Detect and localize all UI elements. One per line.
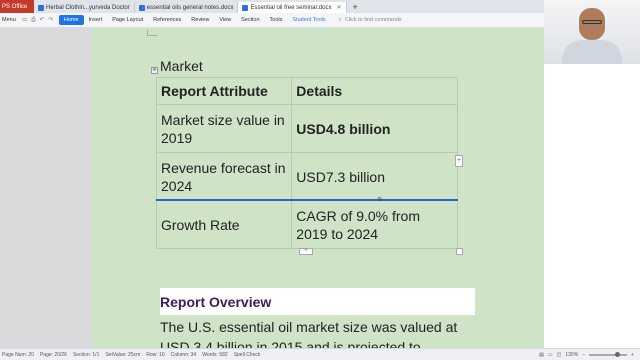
insert-cursor-icon: ⊕ <box>377 197 383 203</box>
webcam-overlay <box>544 0 640 64</box>
print-icon[interactable]: ⎙ <box>31 17 35 24</box>
tab-label: essential oils general notes.docx <box>146 4 234 11</box>
cell-details[interactable]: CAGR of 9.0% from 2019 to 2024 <box>291 200 458 249</box>
search-icon: ⌕ <box>338 16 342 23</box>
tab-label: Essential oil free seminar.docx <box>250 4 332 11</box>
add-column-button[interactable]: + <box>455 155 463 167</box>
page-corner-mark <box>147 30 157 36</box>
status-row: Row: 10 <box>146 351 165 358</box>
left-margin-area <box>0 28 92 348</box>
menu-tools[interactable]: Tools <box>265 15 288 25</box>
status-section: Section: 1/1 <box>72 351 100 358</box>
save-icon[interactable]: ▭ <box>22 17 27 24</box>
document-icon <box>138 4 145 11</box>
report-overview-heading: Report Overview <box>160 293 272 310</box>
report-table[interactable]: Report Attribute Details Market size val… <box>155 77 458 249</box>
find-commands[interactable]: ⌕ Click to find commands <box>339 17 402 24</box>
cell-details[interactable]: USD7.3 billion <box>291 152 458 201</box>
tab-herbal-clothing[interactable]: Herbal Clothin...yurveda Doctor <box>34 2 135 13</box>
app-tab[interactable]: PS Office <box>0 0 34 13</box>
market-heading: Market <box>160 58 203 74</box>
status-column: Column: 34 <box>170 351 197 358</box>
close-tab-icon[interactable]: ✕ <box>336 4 341 11</box>
read-mode-icon[interactable]: ▤ <box>539 352 544 358</box>
table-row: Growth Rate CAGR of 9.0% from 2019 to 20… <box>155 200 458 249</box>
spell-check-toggle[interactable]: Spell Check <box>234 352 261 358</box>
tab-essential-oil-seminar[interactable]: Essential oil free seminar.docx ✕ <box>238 2 347 13</box>
menu-insert[interactable]: Insert <box>84 15 108 25</box>
table-move-handle-icon[interactable]: ✥ <box>151 67 158 74</box>
zoom-out-icon[interactable]: − <box>582 352 585 358</box>
cell-details[interactable]: USD4.8 billion <box>291 104 458 153</box>
table-resize-handle-icon[interactable] <box>456 248 463 255</box>
find-commands-placeholder: Click to find commands <box>344 17 402 23</box>
status-bar: Page Num: 20 Page: 20/26 Section: 1/1 Se… <box>0 348 640 360</box>
table-row: Market size value in 2019 USD4.8 billion <box>155 104 458 153</box>
redo-icon[interactable]: ↷ <box>48 17 53 24</box>
table-header-row: Report Attribute Details <box>155 77 458 105</box>
undo-icon[interactable]: ↶ <box>40 17 45 24</box>
new-tab-button[interactable]: + <box>353 2 358 13</box>
row-insert-indicator <box>156 199 458 201</box>
body-paragraph[interactable]: The U.S. essential oil market size was v… <box>160 317 470 348</box>
zoom-in-icon[interactable]: + <box>631 352 634 358</box>
status-setvalue: SetValue: 25cm <box>105 351 141 358</box>
menu-bar: Menu ▭ ⎙ ↶ ↷ Home Insert Page Layout Ref… <box>0 13 544 28</box>
zoom-level[interactable]: 130% <box>565 352 578 358</box>
document-icon <box>38 4 44 11</box>
add-row-button[interactable]: + <box>299 248 313 255</box>
menu-page-layout[interactable]: Page Layout <box>107 15 148 25</box>
document-icon <box>242 4 249 11</box>
menu-references[interactable]: References <box>148 15 186 25</box>
cell-attribute[interactable]: Growth Rate <box>155 200 293 249</box>
view-controls: ▤ ▭ ◫ 130% − + <box>539 351 640 358</box>
tab-label: Herbal Clothin...yurveda Doctor <box>46 4 130 11</box>
menu-review[interactable]: Review <box>186 15 214 25</box>
page-view-icon[interactable]: ▭ <box>548 352 553 358</box>
document-page[interactable]: Market ✥ Report Attribute Details Market… <box>92 28 544 348</box>
menu-button[interactable]: Menu <box>0 17 22 23</box>
cell-attribute[interactable]: Market size value in 2019 <box>155 104 293 153</box>
menu-section[interactable]: Section <box>236 15 264 25</box>
status-words[interactable]: Words: 582 <box>202 352 227 358</box>
web-view-icon[interactable]: ◫ <box>557 352 562 358</box>
cell-attribute[interactable]: Revenue forecast in 2024 <box>155 152 293 201</box>
status-page-num: Page Num: 20 <box>2 351 34 358</box>
menu-home[interactable]: Home <box>58 15 84 25</box>
right-margin-area <box>544 28 640 348</box>
tab-essential-oils-notes[interactable]: essential oils general notes.docx <box>135 2 239 13</box>
presenter-head <box>579 8 605 40</box>
header-report-attribute[interactable]: Report Attribute <box>155 77 293 105</box>
app-name: PS Office <box>2 3 28 10</box>
presenter-body <box>562 40 622 64</box>
report-overview-heading-box: Report Overview <box>160 288 475 315</box>
table-row: Revenue forecast in 2024 USD7.3 billion <box>155 152 458 201</box>
menu-student-tools[interactable]: Student Tools <box>287 15 330 25</box>
quick-access-toolbar: ▭ ⎙ ↶ ↷ <box>22 17 53 24</box>
menu-view[interactable]: View <box>214 15 236 25</box>
header-details[interactable]: Details <box>291 77 458 105</box>
presenter-glasses <box>582 20 602 24</box>
zoom-slider[interactable] <box>589 351 628 357</box>
status-page[interactable]: Page: 20/26 <box>40 352 67 358</box>
